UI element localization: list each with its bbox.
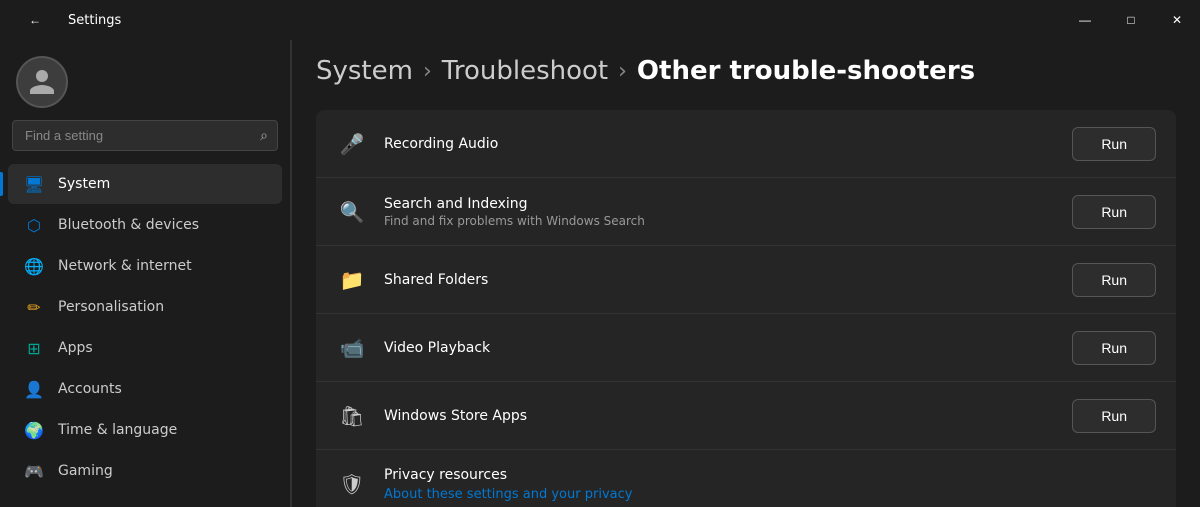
windows-store-run-button[interactable]: Run <box>1072 399 1156 433</box>
troubleshooter-item-search-indexing: 🔍 Search and Indexing Find and fix problem… <box>316 178 1176 246</box>
troubleshooter-item-video-playback: 📹 Video PlaybackRun <box>316 314 1176 382</box>
nav-list: 🖥 System ⬡ Bluetooth & devices 🌐 Network & in… <box>0 163 290 492</box>
recording-audio-icon: 🎤 <box>336 128 368 160</box>
troubleshooter-item-privacy-resources: 🛡 Privacy resources About these settings a… <box>316 450 1176 507</box>
breadcrumb-sep-2: › <box>616 59 629 84</box>
sidebar-item-label-bluetooth: Bluetooth & devices <box>58 217 199 233</box>
sidebar-item-accounts[interactable]: 👤 Accounts <box>8 369 282 409</box>
breadcrumb-sep-1: › <box>421 59 434 84</box>
privacy-resources-text: Privacy resources About these settings an… <box>384 467 1156 502</box>
troubleshooter-item-windows-store: 🛍 Windows Store AppsRun <box>316 382 1176 450</box>
breadcrumb-troubleshoot[interactable]: Troubleshoot <box>442 56 608 86</box>
user-icon <box>27 67 57 97</box>
sidebar-item-label-gaming: Gaming <box>58 463 113 479</box>
accounts-nav-icon: 👤 <box>24 379 44 399</box>
windows-store-text: Windows Store Apps <box>384 408 1072 424</box>
title-bar: ← Settings — □ ✕ <box>0 0 1200 40</box>
minimize-button[interactable]: — <box>1062 0 1108 40</box>
settings-window: ← Settings — □ ✕ ⌕ 🖥 System ⬡ Bluetooth & d… <box>0 0 1200 507</box>
sidebar-item-apps[interactable]: ⊞ Apps <box>8 328 282 368</box>
apps-nav-icon: ⊞ <box>24 338 44 358</box>
sidebar-item-bluetooth[interactable]: ⬡ Bluetooth & devices <box>8 205 282 245</box>
recording-audio-run-button[interactable]: Run <box>1072 127 1156 161</box>
app-title: Settings <box>68 13 121 28</box>
video-playback-icon: 📹 <box>336 332 368 364</box>
search-indexing-title: Search and Indexing <box>384 196 1072 212</box>
network-nav-icon: 🌐 <box>24 256 44 276</box>
back-button[interactable]: ← <box>12 0 58 40</box>
recording-audio-text: Recording Audio <box>384 136 1072 152</box>
privacy-resources-icon: 🛡 <box>336 468 368 500</box>
search-indexing-icon: 🔍 <box>336 196 368 228</box>
search-input[interactable] <box>12 120 278 151</box>
sidebar-item-time[interactable]: 🌍 Time & language <box>8 410 282 450</box>
title-bar-left: ← Settings <box>12 0 121 40</box>
shared-folders-icon: 📁 <box>336 264 368 296</box>
breadcrumb: System › Troubleshoot › Other trouble-sh… <box>316 56 1176 86</box>
sidebar-item-personalisation[interactable]: ✏ Personalisation <box>8 287 282 327</box>
breadcrumb-current: Other trouble-shooters <box>637 56 975 86</box>
main-content: ⌕ 🖥 System ⬡ Bluetooth & devices 🌐 Network & … <box>0 40 1200 507</box>
sidebar-item-gaming[interactable]: 🎮 Gaming <box>8 451 282 491</box>
video-playback-text: Video Playback <box>384 340 1072 356</box>
search-indexing-subtitle: Find and fix problems with Windows Searc… <box>384 214 1072 228</box>
sidebar-item-label-accounts: Accounts <box>58 381 122 397</box>
sidebar-item-label-network: Network & internet <box>58 258 192 274</box>
shared-folders-text: Shared Folders <box>384 272 1072 288</box>
breadcrumb-system[interactable]: System <box>316 56 413 86</box>
sidebar-item-label-personalisation: Personalisation <box>58 299 164 315</box>
sidebar-item-system[interactable]: 🖥 System <box>8 164 282 204</box>
window-controls: — □ ✕ <box>1062 0 1200 40</box>
user-section <box>0 40 290 120</box>
search-box[interactable]: ⌕ <box>12 120 278 151</box>
gaming-nav-icon: 🎮 <box>24 461 44 481</box>
close-button[interactable]: ✕ <box>1154 0 1200 40</box>
maximize-button[interactable]: □ <box>1108 0 1154 40</box>
privacy-resources-title: Privacy resources <box>384 467 1156 483</box>
main-panel: System › Troubleshoot › Other trouble-sh… <box>292 40 1200 507</box>
personalisation-nav-icon: ✏ <box>24 297 44 317</box>
troubleshooter-list: 🎤Recording AudioRun🔍Search and IndexingF… <box>316 110 1176 507</box>
shared-folders-run-button[interactable]: Run <box>1072 263 1156 297</box>
troubleshooter-item-shared-folders: 📁 Shared FoldersRun <box>316 246 1176 314</box>
search-indexing-run-button[interactable]: Run <box>1072 195 1156 229</box>
video-playback-title: Video Playback <box>384 340 1072 356</box>
shared-folders-title: Shared Folders <box>384 272 1072 288</box>
bluetooth-nav-icon: ⬡ <box>24 215 44 235</box>
recording-audio-title: Recording Audio <box>384 136 1072 152</box>
time-nav-icon: 🌍 <box>24 420 44 440</box>
sidebar-item-network[interactable]: 🌐 Network & internet <box>8 246 282 286</box>
privacy-resources-link[interactable]: About these settings and your privacy <box>384 487 632 502</box>
sidebar: ⌕ 🖥 System ⬡ Bluetooth & devices 🌐 Network & … <box>0 40 290 507</box>
troubleshooter-item-recording-audio: 🎤 Recording AudioRun <box>316 110 1176 178</box>
sidebar-item-label-apps: Apps <box>58 340 93 356</box>
windows-store-title: Windows Store Apps <box>384 408 1072 424</box>
sidebar-item-label-time: Time & language <box>58 422 177 438</box>
search-indexing-text: Search and Indexing Find and fix problems… <box>384 196 1072 228</box>
sidebar-item-label-system: System <box>58 176 110 192</box>
system-nav-icon: 🖥 <box>24 174 44 194</box>
avatar[interactable] <box>16 56 68 108</box>
video-playback-run-button[interactable]: Run <box>1072 331 1156 365</box>
search-icon: ⌕ <box>260 128 268 144</box>
windows-store-icon: 🛍 <box>336 400 368 432</box>
